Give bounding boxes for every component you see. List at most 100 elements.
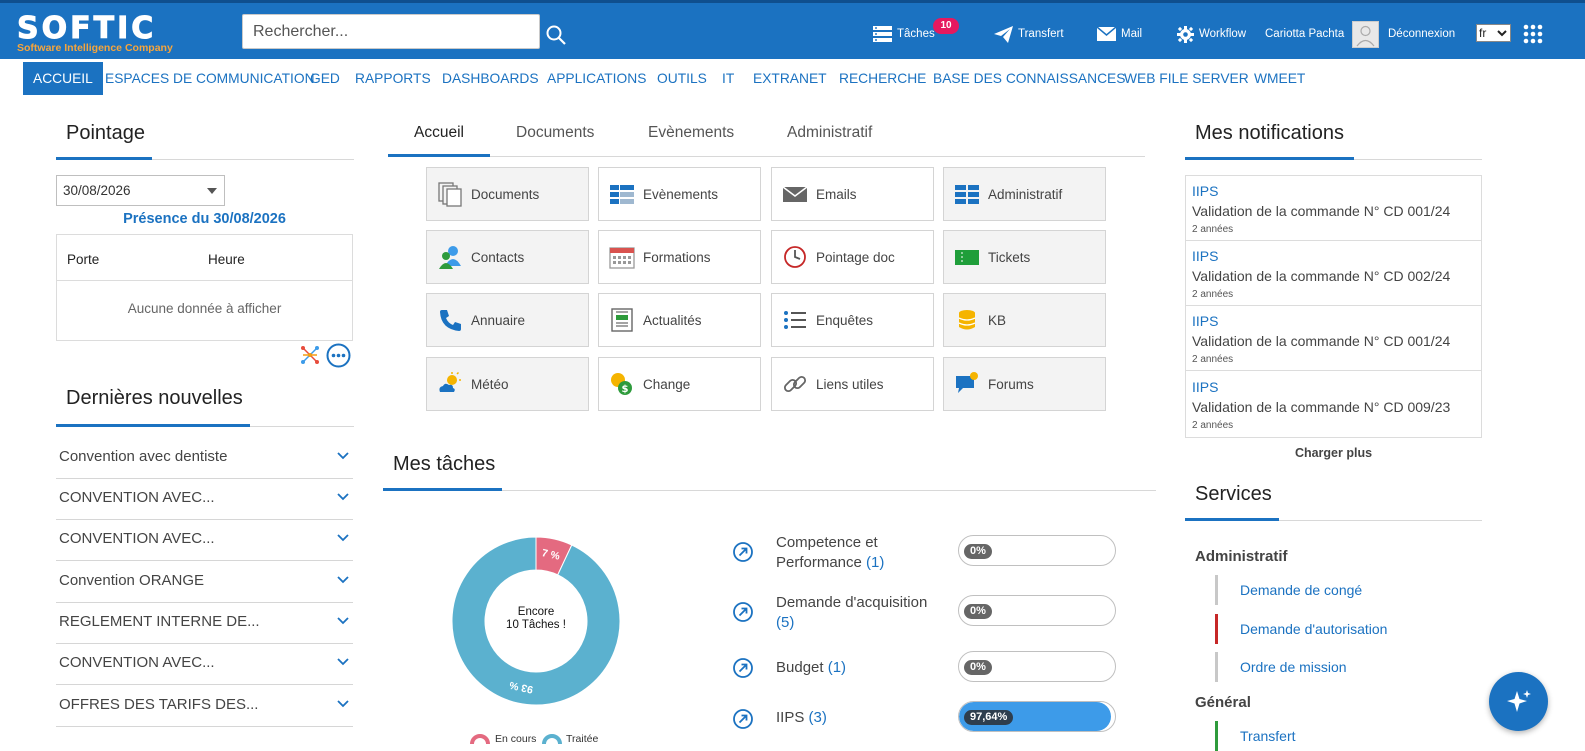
- chevron-down-icon: [337, 534, 349, 542]
- nav-outils[interactable]: OUTILS: [657, 62, 707, 95]
- tile-label: Tickets: [988, 249, 1031, 265]
- search-icon[interactable]: [545, 24, 567, 46]
- tab-evenements[interactable]: Evènements: [648, 124, 734, 142]
- tile-enquetes[interactable]: Enquêtes: [771, 293, 934, 347]
- taches-button[interactable]: Tâches: [873, 21, 935, 47]
- service-ordre-mission[interactable]: Ordre de mission: [1215, 652, 1347, 682]
- tile-emails[interactable]: Emails: [771, 167, 934, 221]
- taches-count-badge: 10: [933, 18, 959, 34]
- service-demande-conge[interactable]: Demande de congé: [1215, 575, 1362, 605]
- news-item[interactable]: Convention ORANGE: [56, 562, 353, 603]
- nav-web-file-server[interactable]: WEB FILE SERVER: [1124, 62, 1249, 95]
- service-transfert[interactable]: Transfert: [1215, 721, 1296, 751]
- tile-evenements[interactable]: Evènements: [598, 167, 761, 221]
- nav-it[interactable]: IT: [722, 62, 734, 95]
- nav-recherche[interactable]: RECHERCHE: [839, 62, 926, 95]
- task-row[interactable]: Demande d'acquisition (5) 0%: [732, 593, 1117, 633]
- tile-tickets[interactable]: Tickets: [943, 230, 1106, 284]
- nav-espaces-communication[interactable]: ESPACES DE COMMUNICATION: [105, 62, 315, 95]
- notification-age: 2 années: [1192, 420, 1234, 431]
- workflow-button[interactable]: Workflow: [1177, 21, 1246, 47]
- date-picker[interactable]: 30/08/2026: [56, 175, 225, 206]
- col-heure: Heure: [208, 252, 245, 267]
- transfert-button[interactable]: Transfert: [994, 21, 1064, 47]
- task-row[interactable]: Competence et Performance (1) 0%: [732, 533, 1117, 573]
- tile-label: Annuaire: [471, 312, 526, 328]
- news-item[interactable]: OFFRES DES TARIFS DES...: [56, 686, 353, 727]
- tab-documents[interactable]: Documents: [516, 124, 594, 142]
- nav-wmeet[interactable]: WMEET: [1254, 62, 1305, 95]
- network-chart-icon[interactable]: [300, 345, 320, 365]
- tile-label: Contacts: [471, 249, 525, 265]
- notification-item[interactable]: IIPS Validation de la commande N° CD 002…: [1186, 241, 1481, 306]
- nav-base-connaissances[interactable]: BASE DES CONNAISSANCES: [933, 62, 1125, 95]
- notification-item[interactable]: IIPS Validation de la commande N° CD 009…: [1186, 372, 1481, 437]
- legend-en-cours[interactable]: En cours: [495, 733, 536, 745]
- tile-label: Emails: [816, 186, 857, 202]
- nav-ged[interactable]: GED: [310, 62, 340, 95]
- task-row[interactable]: Budget (1) 0%: [732, 651, 1117, 685]
- notification-item[interactable]: IIPS Validation de la commande N° CD 001…: [1186, 306, 1481, 371]
- news-item-label: REGLEMENT INTERNE DE...: [59, 613, 260, 630]
- legend-traitee[interactable]: Traitée: [566, 733, 598, 745]
- apps-grid-icon[interactable]: [1523, 24, 1543, 44]
- news-item-label: Convention avec dentiste: [59, 448, 228, 465]
- news-item[interactable]: CONVENTION AVEC...: [56, 520, 353, 561]
- tab-administratif[interactable]: Administratif: [787, 124, 872, 142]
- envelope-icon: [1097, 27, 1116, 41]
- news-item[interactable]: CONVENTION AVEC...: [56, 644, 353, 685]
- language-select[interactable]: fr: [1476, 24, 1511, 42]
- gear-icon: [1177, 25, 1194, 43]
- tile-annuaire[interactable]: Annuaire: [426, 293, 589, 347]
- news-item[interactable]: REGLEMENT INTERNE DE...: [56, 603, 353, 644]
- task-progress-bar: 0%: [958, 651, 1116, 682]
- tile-pointage-doc[interactable]: Pointage doc: [771, 230, 934, 284]
- server-stack-icon: [873, 26, 892, 42]
- mail-button[interactable]: Mail: [1097, 21, 1142, 47]
- logout-button[interactable]: Déconnexion: [1388, 21, 1455, 47]
- tile-administratif[interactable]: Administratif: [943, 167, 1106, 221]
- top-header: SOFTIC Software Intelligence Company Tâc…: [0, 0, 1585, 59]
- tile-forums[interactable]: Forums: [943, 357, 1106, 411]
- task-progress-bar: 0%: [958, 535, 1116, 566]
- chevron-down-icon: [337, 658, 349, 666]
- notification-age: 2 années: [1192, 354, 1234, 365]
- avatar[interactable]: [1352, 21, 1379, 48]
- tile-change[interactable]: $ Change: [598, 357, 761, 411]
- softic-logo[interactable]: SOFTIC Software Intelligence Company: [17, 13, 185, 54]
- news-item[interactable]: Convention avec dentiste: [56, 438, 353, 479]
- tile-documents[interactable]: Documents: [426, 167, 589, 221]
- news-item[interactable]: CONVENTION AVEC...: [56, 479, 353, 520]
- nav-accueil[interactable]: ACCUEIL: [23, 62, 103, 95]
- load-more-button[interactable]: Charger plus: [1185, 446, 1482, 460]
- service-demande-autorisation[interactable]: Demande d'autorisation: [1215, 614, 1387, 644]
- tile-formations[interactable]: Formations: [598, 230, 761, 284]
- tile-liens-utiles[interactable]: Liens utiles: [771, 357, 934, 411]
- more-options-icon[interactable]: [326, 343, 351, 368]
- assistant-fab-button[interactable]: [1489, 672, 1548, 731]
- active-tab-underline: [388, 154, 490, 157]
- task-row[interactable]: IIPS (3) 97,64%: [732, 701, 1117, 735]
- weather-icon: [439, 371, 461, 392]
- news-icon: [611, 308, 633, 332]
- notification-item[interactable]: IIPS Validation de la commande N° CD 001…: [1186, 176, 1481, 241]
- nav-extranet[interactable]: EXTRANET: [753, 62, 827, 95]
- tab-accueil[interactable]: Accueil: [414, 124, 464, 142]
- tile-actualites[interactable]: Actualités: [598, 293, 761, 347]
- nav-rapports[interactable]: RAPPORTS: [355, 62, 431, 95]
- user-name[interactable]: Cariotta Pachta: [1265, 21, 1344, 47]
- legend-swatch-en-cours: [470, 734, 490, 744]
- tile-contacts[interactable]: Contacts: [426, 230, 589, 284]
- task-label: Competence et Performance (1): [776, 533, 946, 573]
- empty-message: Aucune donnée à afficher: [127, 301, 282, 316]
- tile-label: Documents: [471, 186, 540, 202]
- nav-applications[interactable]: APPLICATIONS: [547, 62, 646, 95]
- taches-title: Mes tâches: [393, 453, 496, 475]
- chevron-down-icon: [337, 576, 349, 584]
- task-count: (5): [776, 614, 795, 631]
- search-input[interactable]: [242, 14, 540, 49]
- contacts-icon: [439, 246, 461, 269]
- tile-meteo[interactable]: Météo: [426, 357, 589, 411]
- tile-kb[interactable]: KB: [943, 293, 1106, 347]
- nav-dashboards[interactable]: DASHBOARDS: [442, 62, 539, 95]
